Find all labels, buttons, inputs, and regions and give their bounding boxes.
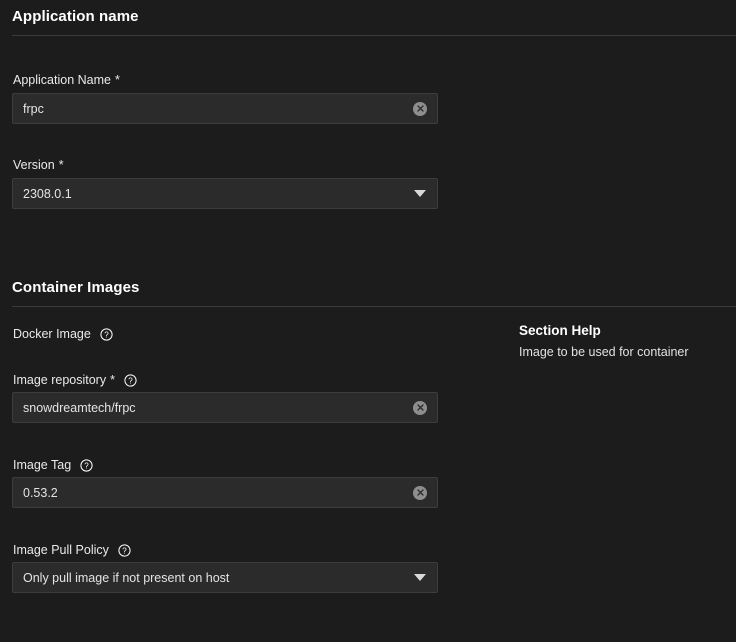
application-config-form: Application name Application Name * frpc… (0, 0, 736, 642)
label-image-tag: Image Tag ? (0, 457, 93, 473)
label-text: Image Tag (13, 458, 72, 472)
clear-circle-icon[interactable] (413, 101, 427, 116)
svg-text:?: ? (122, 546, 127, 555)
question-circle-icon[interactable]: ? (100, 327, 113, 341)
section-help-panel: Section Help Image to be used for contai… (519, 323, 689, 360)
select-image-pull-policy[interactable]: Only pull image if not present on host (12, 562, 438, 593)
select-image-pull-policy-value: Only pull image if not present on host (23, 570, 230, 585)
label-version: Version * (0, 157, 64, 173)
input-image-tag-value: 0.53.2 (23, 485, 58, 500)
input-image-repository[interactable]: snowdreamtech/frpc (12, 392, 438, 423)
label-text: Application Name (13, 73, 111, 87)
question-circle-icon[interactable]: ? (80, 458, 93, 472)
select-version-value: 2308.0.1 (23, 186, 72, 201)
input-image-repository-value: snowdreamtech/frpc (23, 400, 136, 415)
label-image-pull-policy: Image Pull Policy ? (0, 542, 131, 558)
label-docker-image: Docker Image ? (0, 326, 113, 342)
clear-circle-icon[interactable] (413, 485, 427, 500)
input-image-tag[interactable]: 0.53.2 (12, 477, 438, 508)
required-asterisk: * (110, 373, 115, 387)
input-application-name-value: frpc (23, 101, 44, 116)
label-text: Version (13, 158, 55, 172)
question-circle-icon[interactable]: ? (118, 543, 131, 557)
svg-text:?: ? (128, 376, 133, 385)
chevron-down-icon[interactable] (414, 574, 426, 581)
section-divider-container-images (12, 306, 736, 307)
clear-circle-icon[interactable] (413, 400, 427, 415)
label-text: Docker Image (13, 327, 91, 341)
section-title-container-images: Container Images (12, 279, 140, 296)
section-divider-application-name (12, 35, 736, 36)
section-help-title: Section Help (519, 323, 601, 338)
required-asterisk: * (58, 158, 64, 172)
chevron-down-icon[interactable] (414, 190, 426, 197)
section-title-application-name: Application name (12, 8, 139, 25)
question-circle-icon[interactable]: ? (124, 373, 137, 387)
svg-text:?: ? (104, 330, 109, 339)
svg-text:?: ? (84, 461, 89, 470)
label-text: Image repository (13, 373, 107, 387)
section-help-text: Image to be used for container (519, 345, 689, 359)
required-asterisk: * (114, 73, 120, 87)
select-version[interactable]: 2308.0.1 (12, 178, 438, 209)
label-application-name: Application Name * (0, 72, 120, 88)
label-text: Image Pull Policy (13, 543, 109, 557)
input-application-name[interactable]: frpc (12, 93, 438, 124)
label-image-repository: Image repository * ? (0, 372, 137, 388)
